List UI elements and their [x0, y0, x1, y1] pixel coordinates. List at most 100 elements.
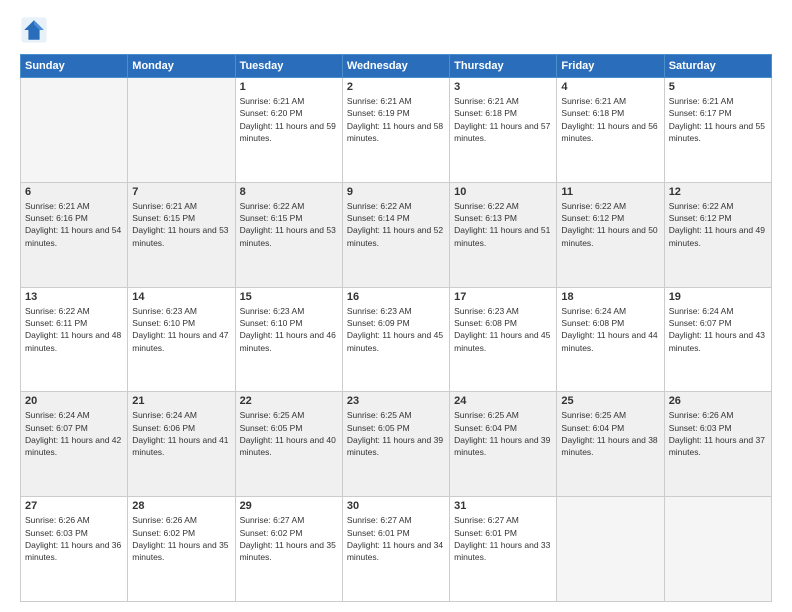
day-number: 17	[454, 291, 552, 303]
day-info: Sunrise: 6:24 AMSunset: 6:07 PMDaylight:…	[25, 409, 123, 458]
calendar-cell: 20 Sunrise: 6:24 AMSunset: 6:07 PMDayligh…	[21, 392, 128, 497]
header-saturday: Saturday	[664, 55, 771, 78]
calendar-cell: 14Sunrise: 6:23 AMSunset: 6:10 PMDayligh…	[128, 287, 235, 392]
calendar-cell: 4 Sunrise: 6:21 AMSunset: 6:18 PMDaylight…	[557, 78, 664, 183]
calendar-cell: 1 Sunrise: 6:21 AMSunset: 6:20 PMDaylight…	[235, 78, 342, 183]
day-info: Sunrise: 6:22 AMSunset: 6:12 PMDaylight:…	[669, 200, 767, 249]
day-info: Sunrise: 6:25 AMSunset: 6:04 PMDaylight:…	[561, 409, 659, 458]
day-number: 10	[454, 186, 552, 198]
calendar-cell: 19 Sunrise: 6:24 AMSunset: 6:07 PMDayligh…	[664, 287, 771, 392]
calendar-cell: 18 Sunrise: 6:24 AMSunset: 6:08 PMDayligh…	[557, 287, 664, 392]
day-info: Sunrise: 6:27 AMSunset: 6:02 PMDaylight:…	[240, 514, 338, 563]
calendar-cell: 17 Sunrise: 6:23 AMSunset: 6:08 PMDayligh…	[450, 287, 557, 392]
day-info: Sunrise: 6:25 AMSunset: 6:05 PMDaylight:…	[347, 409, 445, 458]
day-info: Sunrise: 6:21 AMSunset: 6:18 PMDaylight:…	[561, 95, 659, 144]
calendar-cell: 2 Sunrise: 6:21 AMSunset: 6:19 PMDaylight…	[342, 78, 449, 183]
day-info: Sunrise: 6:24 AMSunset: 6:06 PMDaylight:…	[132, 409, 230, 458]
day-number: 7	[132, 186, 230, 198]
calendar-cell: 13 Sunrise: 6:22 AMSunset: 6:11 PMDayligh…	[21, 287, 128, 392]
day-number: 30	[347, 500, 445, 512]
calendar-week-row: 6Sunrise: 6:21 AMSunset: 6:16 PMDaylight…	[21, 182, 772, 287]
day-number: 2	[347, 81, 445, 93]
day-info: Sunrise: 6:21 AMSunset: 6:16 PMDaylight:…	[25, 200, 123, 249]
day-info: Sunrise: 6:26 AMSunset: 6:02 PMDaylight:…	[132, 514, 230, 563]
calendar-cell: 26 Sunrise: 6:26 AMSunset: 6:03 PMDayligh…	[664, 392, 771, 497]
day-info: Sunrise: 6:26 AMSunset: 6:03 PMDaylight:…	[25, 514, 123, 563]
header-tuesday: Tuesday	[235, 55, 342, 78]
calendar-cell	[21, 78, 128, 183]
logo	[20, 16, 52, 44]
day-number: 13	[25, 291, 123, 303]
calendar-cell: 11 Sunrise: 6:22 AMSunset: 6:12 PMDayligh…	[557, 182, 664, 287]
day-number: 22	[240, 395, 338, 407]
calendar-cell: 27 Sunrise: 6:26 AMSunset: 6:03 PMDayligh…	[21, 497, 128, 602]
calendar-cell: 6Sunrise: 6:21 AMSunset: 6:16 PMDaylight…	[21, 182, 128, 287]
day-info: Sunrise: 6:25 AMSunset: 6:05 PMDaylight:…	[240, 409, 338, 458]
day-info: Sunrise: 6:22 AMSunset: 6:14 PMDaylight:…	[347, 200, 445, 249]
logo-icon	[20, 16, 48, 44]
calendar-cell: 16 Sunrise: 6:23 AMSunset: 6:09 PMDayligh…	[342, 287, 449, 392]
day-info: Sunrise: 6:23 AMSunset: 6:08 PMDaylight:…	[454, 305, 552, 354]
day-number: 20	[25, 395, 123, 407]
calendar-week-row: 1 Sunrise: 6:21 AMSunset: 6:20 PMDaylight…	[21, 78, 772, 183]
day-number: 12	[669, 186, 767, 198]
day-number: 23	[347, 395, 445, 407]
day-info: Sunrise: 6:27 AMSunset: 6:01 PMDaylight:…	[347, 514, 445, 563]
day-info: Sunrise: 6:22 AMSunset: 6:12 PMDaylight:…	[561, 200, 659, 249]
header-thursday: Thursday	[450, 55, 557, 78]
day-info: Sunrise: 6:21 AMSunset: 6:15 PMDaylight:…	[132, 200, 230, 249]
day-number: 31	[454, 500, 552, 512]
day-number: 18	[561, 291, 659, 303]
day-number: 21	[132, 395, 230, 407]
day-info: Sunrise: 6:22 AMSunset: 6:15 PMDaylight:…	[240, 200, 338, 249]
calendar-week-row: 20 Sunrise: 6:24 AMSunset: 6:07 PMDayligh…	[21, 392, 772, 497]
day-number: 4	[561, 81, 659, 93]
day-info: Sunrise: 6:21 AMSunset: 6:20 PMDaylight:…	[240, 95, 338, 144]
day-info: Sunrise: 6:24 AMSunset: 6:07 PMDaylight:…	[669, 305, 767, 354]
day-info: Sunrise: 6:23 AMSunset: 6:10 PMDaylight:…	[240, 305, 338, 354]
day-info: Sunrise: 6:26 AMSunset: 6:03 PMDaylight:…	[669, 409, 767, 458]
day-number: 15	[240, 291, 338, 303]
calendar-cell	[664, 497, 771, 602]
day-number: 27	[25, 500, 123, 512]
day-info: Sunrise: 6:23 AMSunset: 6:10 PMDaylight:…	[132, 305, 230, 354]
day-info: Sunrise: 6:25 AMSunset: 6:04 PMDaylight:…	[454, 409, 552, 458]
day-info: Sunrise: 6:21 AMSunset: 6:17 PMDaylight:…	[669, 95, 767, 144]
day-info: Sunrise: 6:22 AMSunset: 6:11 PMDaylight:…	[25, 305, 123, 354]
header-sunday: Sunday	[21, 55, 128, 78]
day-number: 26	[669, 395, 767, 407]
day-info: Sunrise: 6:21 AMSunset: 6:18 PMDaylight:…	[454, 95, 552, 144]
calendar-cell	[128, 78, 235, 183]
header-monday: Monday	[128, 55, 235, 78]
calendar-cell: 8 Sunrise: 6:22 AMSunset: 6:15 PMDaylight…	[235, 182, 342, 287]
calendar-cell: 24 Sunrise: 6:25 AMSunset: 6:04 PMDayligh…	[450, 392, 557, 497]
calendar-cell: 23 Sunrise: 6:25 AMSunset: 6:05 PMDayligh…	[342, 392, 449, 497]
day-number: 5	[669, 81, 767, 93]
day-info: Sunrise: 6:27 AMSunset: 6:01 PMDaylight:…	[454, 514, 552, 563]
calendar-cell: 29 Sunrise: 6:27 AMSunset: 6:02 PMDayligh…	[235, 497, 342, 602]
day-number: 8	[240, 186, 338, 198]
day-number: 24	[454, 395, 552, 407]
day-number: 9	[347, 186, 445, 198]
day-number: 1	[240, 81, 338, 93]
day-info: Sunrise: 6:22 AMSunset: 6:13 PMDaylight:…	[454, 200, 552, 249]
day-number: 29	[240, 500, 338, 512]
calendar-cell: 28 Sunrise: 6:26 AMSunset: 6:02 PMDayligh…	[128, 497, 235, 602]
day-number: 19	[669, 291, 767, 303]
header-wednesday: Wednesday	[342, 55, 449, 78]
day-number: 3	[454, 81, 552, 93]
day-number: 11	[561, 186, 659, 198]
day-number: 16	[347, 291, 445, 303]
day-info: Sunrise: 6:21 AMSunset: 6:19 PMDaylight:…	[347, 95, 445, 144]
day-info: Sunrise: 6:23 AMSunset: 6:09 PMDaylight:…	[347, 305, 445, 354]
calendar-week-row: 27 Sunrise: 6:26 AMSunset: 6:03 PMDayligh…	[21, 497, 772, 602]
calendar-week-row: 13 Sunrise: 6:22 AMSunset: 6:11 PMDayligh…	[21, 287, 772, 392]
day-number: 28	[132, 500, 230, 512]
calendar-cell: 25Sunrise: 6:25 AMSunset: 6:04 PMDayligh…	[557, 392, 664, 497]
calendar-header-row: SundayMondayTuesdayWednesdayThursdayFrid…	[21, 55, 772, 78]
calendar-cell: 12 Sunrise: 6:22 AMSunset: 6:12 PMDayligh…	[664, 182, 771, 287]
calendar-cell: 7 Sunrise: 6:21 AMSunset: 6:15 PMDaylight…	[128, 182, 235, 287]
day-info: Sunrise: 6:24 AMSunset: 6:08 PMDaylight:…	[561, 305, 659, 354]
calendar-cell: 30 Sunrise: 6:27 AMSunset: 6:01 PMDayligh…	[342, 497, 449, 602]
calendar-table: SundayMondayTuesdayWednesdayThursdayFrid…	[20, 54, 772, 602]
